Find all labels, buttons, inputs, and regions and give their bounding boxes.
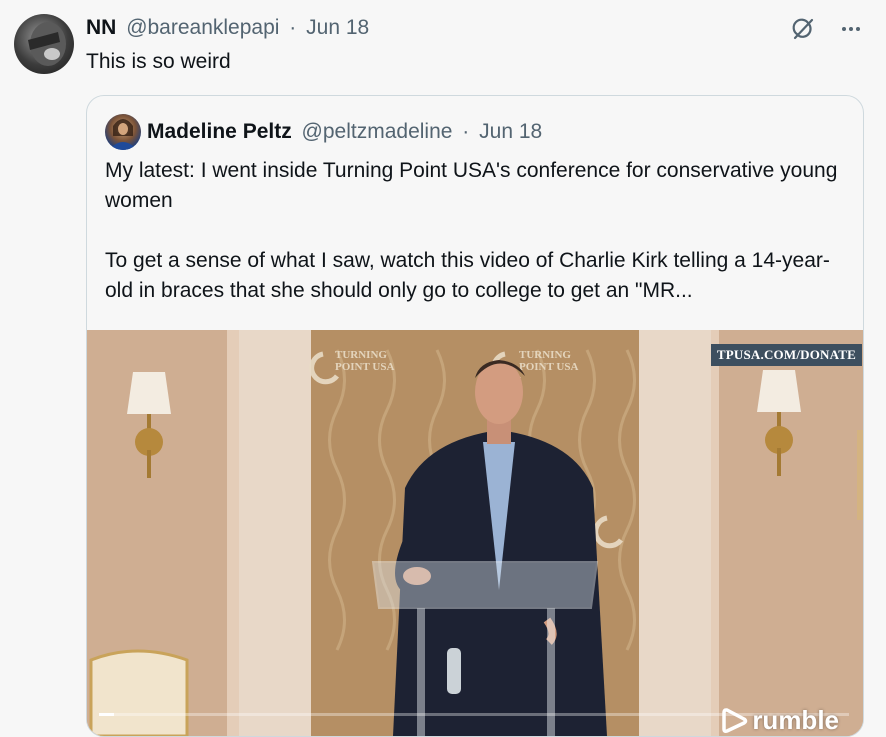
rumble-play-icon — [722, 707, 748, 733]
separator-dot: · — [289, 16, 297, 39]
grok-slash-icon[interactable] — [790, 16, 816, 42]
tweet-header: NN @bareanklepapi · Jun 18 — [86, 16, 369, 40]
quoted-date[interactable]: Jun 18 — [479, 120, 542, 143]
backdrop-logo-text: POINT USA — [335, 361, 394, 373]
quoted-avatar[interactable] — [105, 114, 141, 150]
quoted-separator-dot: · — [462, 120, 470, 143]
post-date[interactable]: Jun 18 — [306, 16, 369, 39]
backdrop-logo-text: TURNING — [519, 349, 571, 361]
avatar[interactable] — [14, 14, 74, 74]
rumble-logo[interactable]: rumble — [722, 705, 839, 736]
tweet-text: This is so weird — [86, 50, 231, 73]
quoted-tweet[interactable]: Madeline Peltz @peltzmadeline · Jun 18 M… — [86, 95, 864, 737]
watermark: TPUSA.COM/DONATE — [710, 344, 862, 366]
tweet: NN @bareanklepapi · Jun 18 This is so we… — [0, 0, 886, 737]
quoted-header: Madeline Peltz @peltzmadeline · Jun 18 — [147, 120, 542, 144]
quoted-author-handle[interactable]: @peltzmadeline — [302, 120, 453, 143]
quoted-text: My latest: I went inside Turning Point U… — [105, 159, 838, 302]
video-player[interactable]: TURNING POINT USA TURNING POINT USA TPUS… — [87, 330, 863, 736]
top-actions — [790, 16, 864, 42]
video-progress-fill — [99, 713, 114, 716]
author-handle[interactable]: @bareanklepapi — [126, 16, 279, 39]
rumble-wordmark: rumble — [752, 705, 839, 735]
quoted-author-name[interactable]: Madeline Peltz — [147, 120, 292, 143]
author-name[interactable]: NN — [86, 16, 116, 39]
water-bottle — [447, 648, 461, 694]
avatar-image — [28, 22, 66, 66]
backdrop-logo-text: POINT USA — [519, 361, 578, 373]
backdrop-logo-text: TURNING — [335, 349, 387, 361]
video-frame: TURNING POINT USA TURNING POINT USA — [87, 330, 863, 736]
more-horizontal-icon[interactable] — [838, 16, 864, 42]
